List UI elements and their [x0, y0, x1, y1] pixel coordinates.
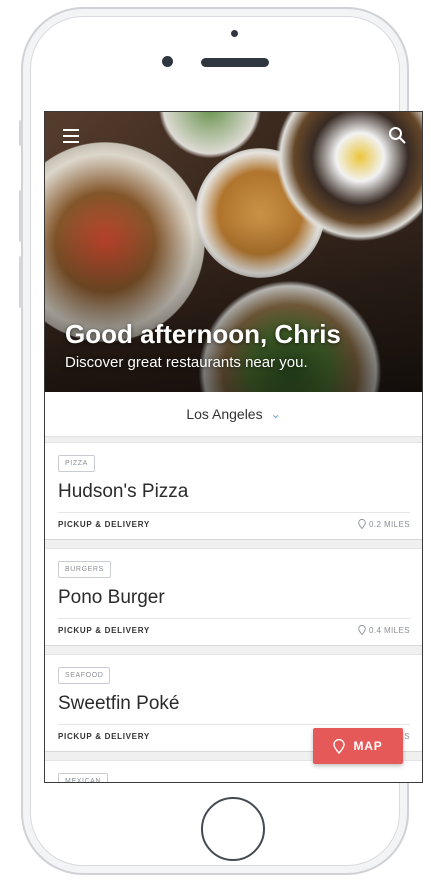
volume-down-button	[19, 256, 23, 308]
restaurant-name: Sweetfin Poké	[58, 693, 180, 714]
map-button-label: MAP	[353, 739, 383, 753]
volume-up-button	[19, 190, 23, 242]
restaurant-name: Hudson's Pizza	[58, 481, 189, 502]
service-type: PICKUP & DELIVERY	[58, 732, 150, 741]
divider	[58, 724, 410, 725]
map-button[interactable]: MAP	[313, 728, 403, 764]
category-tag: PIZZA	[58, 455, 95, 472]
restaurant-card[interactable]: PIZZA Hudson's Pizza PICKUP & DELIVERY 0…	[45, 442, 422, 540]
front-camera	[162, 56, 173, 67]
service-type: PICKUP & DELIVERY	[58, 520, 150, 529]
sensor	[231, 30, 238, 37]
speaker	[201, 58, 269, 67]
distance: 0.2 MILES	[358, 519, 410, 529]
distance: 0.4 MILES	[358, 625, 410, 635]
category-tag: MEXICAN	[58, 773, 109, 782]
location-selector[interactable]: Los Angeles ⌄	[45, 392, 422, 437]
distance-value: 0.2 MILES	[369, 519, 410, 529]
restaurant-name: Pono Burger	[58, 587, 165, 608]
category-tag: BURGERS	[58, 561, 111, 578]
greeting-subtitle: Discover great restaurants near you.	[65, 354, 308, 371]
divider	[58, 618, 410, 619]
app-screen: Good afternoon, Chris Discover great res…	[44, 111, 423, 783]
divider	[58, 512, 410, 513]
greeting-title: Good afternoon, Chris	[65, 319, 341, 349]
chevron-down-icon: ⌄	[270, 407, 281, 421]
location-pin-icon	[358, 519, 366, 529]
restaurant-card[interactable]: BURGERS Pono Burger PICKUP & DELIVERY 0.…	[45, 548, 422, 646]
location-pin-icon	[358, 625, 366, 635]
menu-icon[interactable]	[63, 129, 79, 143]
location-pin-icon	[333, 738, 346, 754]
category-tag: SEAFOOD	[58, 667, 111, 684]
search-icon[interactable]	[388, 126, 406, 144]
hero-image: Good afternoon, Chris Discover great res…	[45, 112, 422, 392]
hero-overlay	[45, 112, 422, 392]
location-city: Los Angeles	[186, 406, 263, 422]
distance-value: 0.4 MILES	[369, 625, 410, 635]
service-type: PICKUP & DELIVERY	[58, 626, 150, 635]
home-button[interactable]	[201, 797, 265, 861]
mute-switch	[19, 120, 23, 146]
